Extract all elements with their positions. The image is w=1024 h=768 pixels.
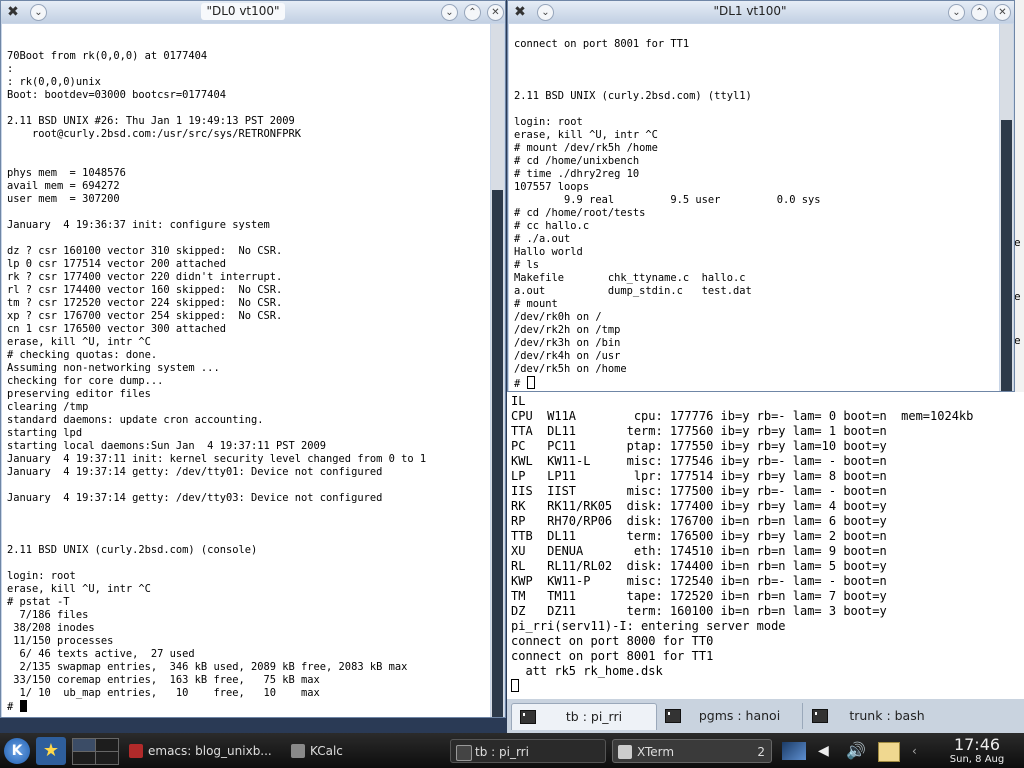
pager-desktop-3[interactable] <box>72 751 96 765</box>
xterm-x-icon[interactable]: ✖ <box>512 4 528 20</box>
hide-tray-icon[interactable]: ‹ <box>912 742 928 760</box>
terminal-cursor <box>19 700 27 712</box>
clock[interactable]: 17:46 Sun, 8 Aug <box>934 735 1020 767</box>
tab-trunk-bash[interactable]: trunk : bash <box>804 703 950 729</box>
dl1-title-bar[interactable]: ✖ ⌄ "DL1 vt100" ⌄ ⌃ ✕ <box>508 1 1014 23</box>
task-konsole[interactable]: tb : pi_rri <box>450 739 606 763</box>
emacs-icon <box>129 744 143 758</box>
window-menu-icon[interactable]: ⌄ <box>30 4 47 21</box>
dl0-terminal-window[interactable]: ✖ ⌄ "DL0 vt100" ⌄ ⌃ ✕ 70Boot from rk(0,0… <box>0 0 506 718</box>
konsole-terminal-area[interactable]: IL CPU W11A cpu: 177776 ib=y rb=- lam= 0… <box>507 394 1024 698</box>
pager-desktop-1[interactable] <box>72 738 96 752</box>
taskbar: K ★ emacs: blog_unixb... KCalc tb : pi_r… <box>0 733 1024 768</box>
calculator-icon <box>291 744 305 758</box>
clipboard-icon[interactable] <box>878 742 900 762</box>
dl1-terminal-area[interactable]: connect on port 8001 for TT1 2.11 BSD UN… <box>509 24 999 391</box>
dl1-terminal-text: connect on port 8001 for TT1 2.11 BSD UN… <box>514 38 821 390</box>
pager-desktop-4[interactable] <box>95 751 119 765</box>
konsole-terminal-text: IL CPU W11A cpu: 177776 ib=y rb=- lam= 0… <box>507 394 1024 694</box>
task-label: tb : pi_rri <box>475 745 529 759</box>
close-icon[interactable]: ✕ <box>994 4 1011 21</box>
tab-tb-pi-rri[interactable]: tb : pi_rri <box>511 703 657 730</box>
konsole-window[interactable]: IL CPU W11A cpu: 177776 ib=y rb=- lam= 0… <box>507 392 1024 733</box>
dl0-window-title: "DL0 vt100" <box>201 3 285 20</box>
task-label: KCalc <box>310 744 343 758</box>
minimize-icon[interactable]: ⌄ <box>948 4 965 21</box>
close-icon[interactable]: ✕ <box>487 4 504 21</box>
tab-label: pgms : hanoi <box>698 708 781 723</box>
pager-desktop-2[interactable] <box>95 738 119 752</box>
dl0-scroll-thumb[interactable] <box>492 190 503 717</box>
kde-menu-icon[interactable]: K <box>4 738 30 764</box>
task-label: XTerm <box>637 745 675 759</box>
clock-date: Sun, 8 Aug <box>949 754 1005 765</box>
terminal-cursor <box>511 679 519 692</box>
dl0-scrollbar[interactable] <box>491 24 504 717</box>
task-xterm[interactable]: XTerm 2 <box>612 739 772 763</box>
dl0-title-bar[interactable]: ✖ ⌄ "DL0 vt100" ⌄ ⌃ ✕ <box>1 1 505 23</box>
dl1-window-title: "DL1 vt100" <box>713 4 787 18</box>
dl0-terminal-area[interactable]: 70Boot from rk(0,0,0) at 0177404 : : rk(… <box>2 24 490 717</box>
favorites-star-icon[interactable]: ★ <box>36 737 66 765</box>
xterm-x-icon[interactable]: ✖ <box>5 4 21 20</box>
maximize-icon[interactable]: ⌃ <box>464 4 481 21</box>
tab-pgms-hanoi[interactable]: pgms : hanoi <box>657 703 803 729</box>
task-label: emacs: blog_unixb... <box>148 744 272 758</box>
volume-icon[interactable]: 🔊 <box>846 742 866 760</box>
tab-label: trunk : bash <box>849 708 925 723</box>
dl1-scroll-thumb[interactable] <box>1001 120 1012 391</box>
minimize-icon[interactable]: ⌄ <box>441 4 458 21</box>
tab-label: tb : pi_rri <box>565 709 623 724</box>
window-menu-icon[interactable]: ⌄ <box>537 4 554 21</box>
task-kcalc[interactable]: KCalc <box>286 739 446 763</box>
clock-time: 17:46 <box>953 735 1001 754</box>
network-monitor-icon[interactable] <box>782 742 806 760</box>
konsole-tab-bar: tb : pi_rri pgms : hanoi trunk : bash <box>507 699 1024 733</box>
task-emacs[interactable]: emacs: blog_unixb... <box>124 739 284 763</box>
desktop-pager[interactable] <box>72 738 119 765</box>
media-play-icon[interactable]: ◀ <box>818 742 836 760</box>
xterm-group-count: 2 <box>757 745 765 759</box>
maximize-icon[interactable]: ⌃ <box>971 4 988 21</box>
xterm-x-icon <box>618 745 632 759</box>
terminal-icon <box>456 745 472 761</box>
dl0-terminal-text: 70Boot from rk(0,0,0) at 0177404 : : rk(… <box>7 50 427 713</box>
terminal-cursor <box>526 376 535 389</box>
dl1-terminal-window[interactable]: ✖ ⌄ "DL1 vt100" ⌄ ⌃ ✕ connect on port 80… <box>507 0 1015 392</box>
dl1-scrollbar[interactable] <box>1000 24 1013 391</box>
